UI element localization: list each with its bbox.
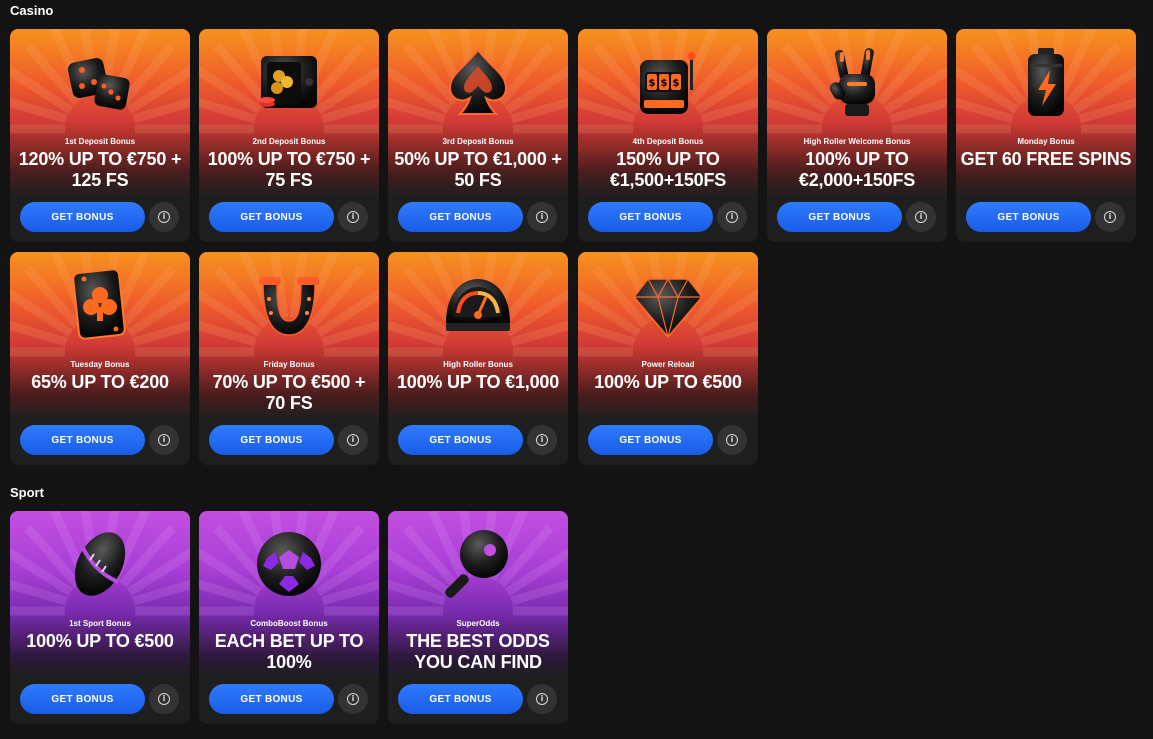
casino-bonus-card[interactable]: $ $ $ 4th Deposit Bonus 150% UP TO €1,50… <box>578 29 758 242</box>
casino-bonus-card[interactable]: Monday Bonus GET 60 FREE SPINS GET BONUS… <box>956 29 1136 242</box>
info-button[interactable]: i <box>906 202 936 232</box>
bonus-name: 1st Deposit Bonus <box>64 137 136 146</box>
bonus-name: 3rd Deposit Bonus <box>442 137 514 146</box>
bonus-offer: 100% UP TO €1,000 <box>396 372 560 392</box>
casino-bonus-card[interactable]: Tuesday Bonus 65% UP TO €200 GET BONUS i <box>10 252 190 465</box>
bonus-name: Friday Bonus <box>263 360 315 369</box>
info-button[interactable]: i <box>527 684 557 714</box>
info-button[interactable]: i <box>717 202 747 232</box>
get-bonus-button[interactable]: GET BONUS <box>209 684 334 714</box>
bonus-offer: 120% UP TO €750 + 125 FS <box>18 149 182 190</box>
card-club-icon <box>55 260 145 350</box>
info-button[interactable]: i <box>527 425 557 455</box>
bonus-name: High Roller Welcome Bonus <box>803 137 911 146</box>
bonus-name: Monday Bonus <box>1017 137 1075 146</box>
svg-text:$: $ <box>649 78 656 89</box>
info-button[interactable]: i <box>338 202 368 232</box>
horseshoe-icon <box>244 260 334 350</box>
bonus-name: 2nd Deposit Bonus <box>252 137 326 146</box>
bonus-name: ComboBoost Bonus <box>250 619 328 628</box>
get-bonus-button[interactable]: GET BONUS <box>398 425 523 455</box>
info-icon: i <box>158 693 170 705</box>
bonus-offer: 100% UP TO €500 <box>26 631 174 651</box>
safe-icon <box>244 37 334 127</box>
info-icon: i <box>536 211 548 223</box>
dice-icon <box>55 37 145 127</box>
info-button[interactable]: i <box>338 684 368 714</box>
info-icon: i <box>158 434 170 446</box>
casino-bonus-card[interactable]: High Roller Welcome Bonus 100% UP TO €2,… <box>767 29 947 242</box>
casino-bonus-card[interactable]: High Roller Bonus 100% UP TO €1,000 GET … <box>388 252 568 465</box>
bonus-name: Power Reload <box>641 360 695 369</box>
bonus-name: SuperOdds <box>456 619 500 628</box>
bonus-name: 1st Sport Bonus <box>69 619 131 628</box>
info-button[interactable]: i <box>717 425 747 455</box>
bonus-offer: EACH BET UP TO 100% <box>214 631 364 672</box>
bonus-offer: GET 60 FREE SPINS <box>960 149 1132 169</box>
info-button[interactable]: i <box>149 684 179 714</box>
info-icon: i <box>158 211 170 223</box>
bonus-name: High Roller Bonus <box>443 360 513 369</box>
bonus-offer: 50% UP TO €1,000 + 50 FS <box>394 149 562 190</box>
info-button[interactable]: i <box>338 425 368 455</box>
casino-section-title: Casino <box>10 3 54 18</box>
info-icon: i <box>726 434 738 446</box>
info-button[interactable]: i <box>1095 202 1125 232</box>
bonus-offer: 150% UP TO €1,500+150FS <box>609 149 727 190</box>
get-bonus-button[interactable]: GET BONUS <box>588 202 713 232</box>
sport-bonus-card[interactable]: ComboBoost Bonus EACH BET UP TO 100% GET… <box>199 511 379 724</box>
bonus-offer: 100% UP TO €500 <box>594 372 742 392</box>
casino-bonus-card[interactable]: 1st Deposit Bonus 120% UP TO €750 + 125 … <box>10 29 190 242</box>
bonus-offer: 65% UP TO €200 <box>31 372 169 392</box>
casino-bonus-card[interactable]: 3rd Deposit Bonus 50% UP TO €1,000 + 50 … <box>388 29 568 242</box>
info-icon: i <box>347 434 359 446</box>
info-button[interactable]: i <box>149 425 179 455</box>
sport-bonus-card[interactable]: 1st Sport Bonus 100% UP TO €500 GET BONU… <box>10 511 190 724</box>
info-button[interactable]: i <box>527 202 557 232</box>
bonus-offer: 100% UP TO €2,000+150FS <box>798 149 916 190</box>
bonus-offer: 100% UP TO €750 + 75 FS <box>207 149 371 190</box>
casino-bonus-card[interactable]: Friday Bonus 70% UP TO €500 + 70 FS GET … <box>199 252 379 465</box>
rock-hand-icon <box>812 37 902 127</box>
bonus-name: Tuesday Bonus <box>70 360 130 369</box>
get-bonus-button[interactable]: GET BONUS <box>20 684 145 714</box>
info-icon: i <box>347 211 359 223</box>
speedometer-icon <box>433 260 523 350</box>
info-button[interactable]: i <box>149 202 179 232</box>
spade-icon <box>433 37 523 127</box>
get-bonus-button[interactable]: GET BONUS <box>588 425 713 455</box>
sport-section-title: Sport <box>10 485 44 500</box>
football-icon <box>55 519 145 609</box>
info-icon: i <box>536 434 548 446</box>
casino-bonus-card[interactable]: Power Reload 100% UP TO €500 GET BONUS i <box>578 252 758 465</box>
sport-bonus-card[interactable]: SuperOdds THE BEST ODDS YOU CAN FIND GET… <box>388 511 568 724</box>
info-icon: i <box>1104 211 1116 223</box>
info-icon: i <box>726 211 738 223</box>
bonus-offer: 70% UP TO €500 + 70 FS <box>212 372 366 413</box>
bonus-name: 4th Deposit Bonus <box>632 137 704 146</box>
slot-machine-icon: $ $ $ <box>623 37 713 127</box>
get-bonus-button[interactable]: GET BONUS <box>209 425 334 455</box>
get-bonus-button[interactable]: GET BONUS <box>20 425 145 455</box>
get-bonus-button[interactable]: GET BONUS <box>777 202 902 232</box>
svg-text:$: $ <box>661 78 668 89</box>
get-bonus-button[interactable]: GET BONUS <box>966 202 1091 232</box>
ping-pong-icon <box>433 519 523 609</box>
diamond-icon <box>623 260 713 350</box>
get-bonus-button[interactable]: GET BONUS <box>20 202 145 232</box>
info-icon: i <box>347 693 359 705</box>
battery-icon <box>1001 37 1091 127</box>
info-icon: i <box>536 693 548 705</box>
get-bonus-button[interactable]: GET BONUS <box>398 202 523 232</box>
get-bonus-button[interactable]: GET BONUS <box>209 202 334 232</box>
bonus-offer: THE BEST ODDS YOU CAN FIND <box>406 631 550 672</box>
get-bonus-button[interactable]: GET BONUS <box>398 684 523 714</box>
svg-text:$: $ <box>673 78 680 89</box>
soccer-ball-icon <box>244 519 334 609</box>
info-icon: i <box>915 211 927 223</box>
casino-bonus-card[interactable]: 2nd Deposit Bonus 100% UP TO €750 + 75 F… <box>199 29 379 242</box>
